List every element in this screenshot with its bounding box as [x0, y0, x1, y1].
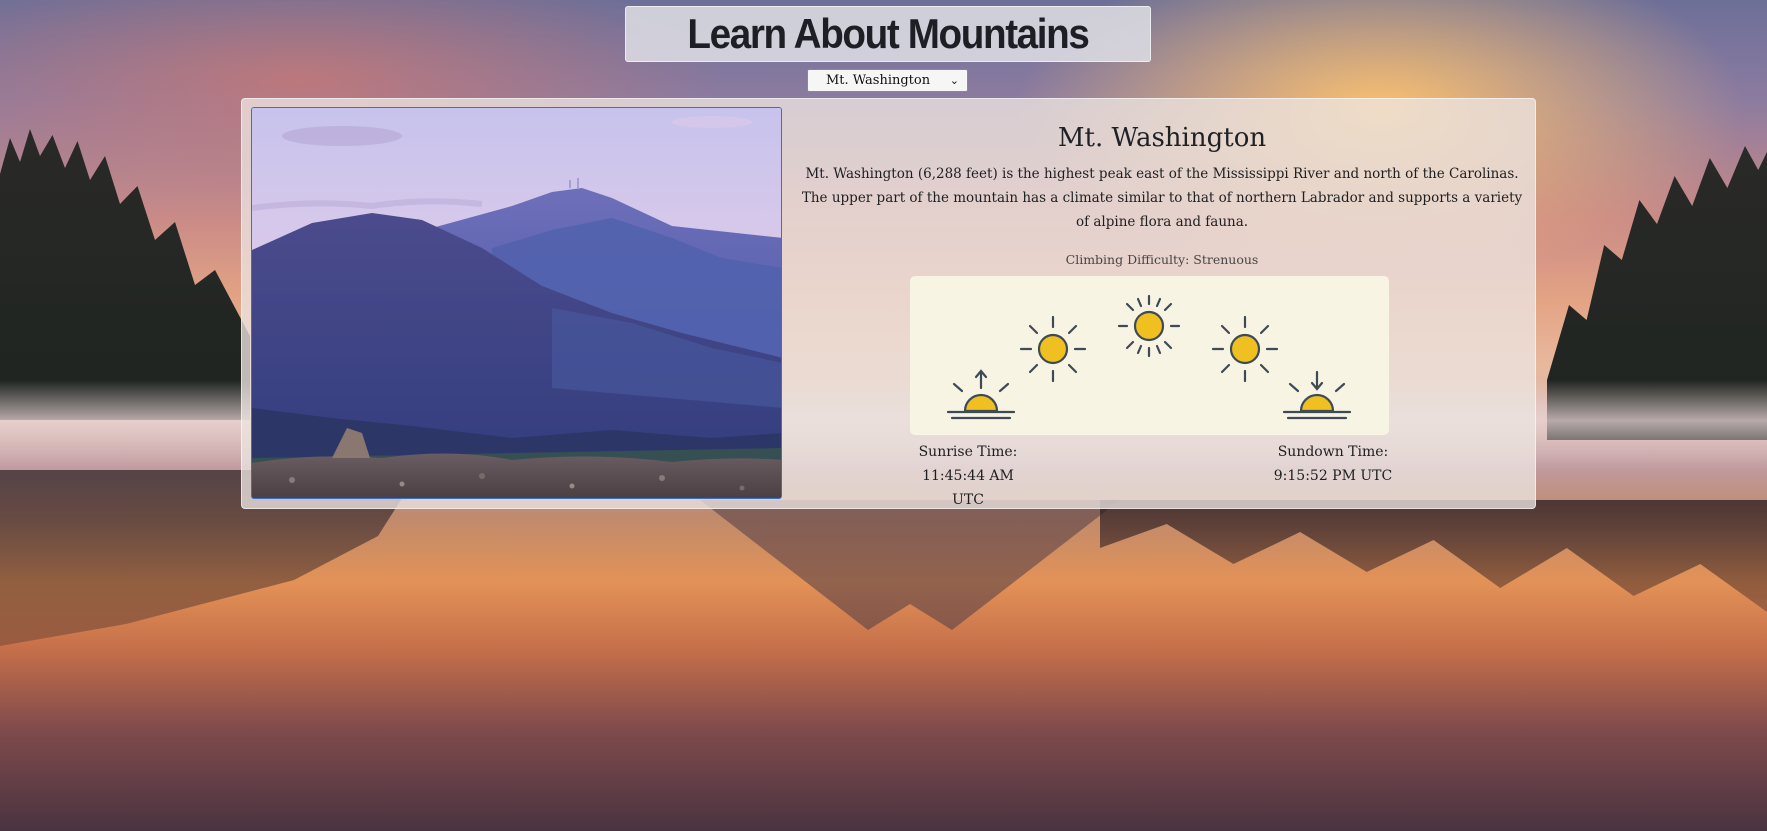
climbing-difficulty: Climbing Difficulty: Strenuous: [1065, 252, 1259, 267]
mountain-select-value: Mt. Washington: [826, 73, 931, 88]
sundown-label: Sundown Time:: [1277, 444, 1389, 460]
mountain-info-card: Mt. Washington Mt. Washington (6,288 fee…: [241, 98, 1536, 509]
mountain-name: Mt. Washington: [1057, 123, 1267, 153]
afternoon-sun-icon: [1211, 315, 1279, 383]
forest-left-decoration: [0, 129, 250, 420]
mountain-photo: [251, 107, 782, 499]
sunrise-icon: [946, 369, 1016, 420]
mountain-description: Mt. Washington (6,288 feet) is the highe…: [801, 166, 1523, 230]
lake-reflection-right: [1100, 500, 1767, 612]
morning-sun-icon: [1019, 315, 1087, 383]
sundown-time: 9:15:52 PM UTC: [1273, 468, 1393, 484]
sunrise-time-block: Sunrise Time: 11:45:44 AM UTC: [907, 440, 1029, 512]
sun-path-panel: [910, 276, 1389, 435]
noon-sun-icon: [1117, 294, 1181, 358]
sundown-time-block: Sundown Time: 9:15:52 PM UTC: [1273, 440, 1393, 488]
lake-reflection-mountain: [700, 500, 1120, 630]
chevron-down-icon: ⌄: [949, 74, 959, 87]
sunrise-time: 11:45:44 AM UTC: [922, 468, 1014, 508]
sunset-icon: [1282, 370, 1352, 420]
page-title-banner: Learn About Mountains: [625, 6, 1151, 62]
sunrise-label: Sunrise Time:: [918, 444, 1018, 460]
mountain-select-dropdown[interactable]: Mt. Washington ⌄: [807, 69, 968, 92]
page-title: Learn About Mountains: [687, 10, 1089, 57]
mountain-details: Mt. Washington Mt. Washington (6,288 fee…: [795, 99, 1529, 510]
